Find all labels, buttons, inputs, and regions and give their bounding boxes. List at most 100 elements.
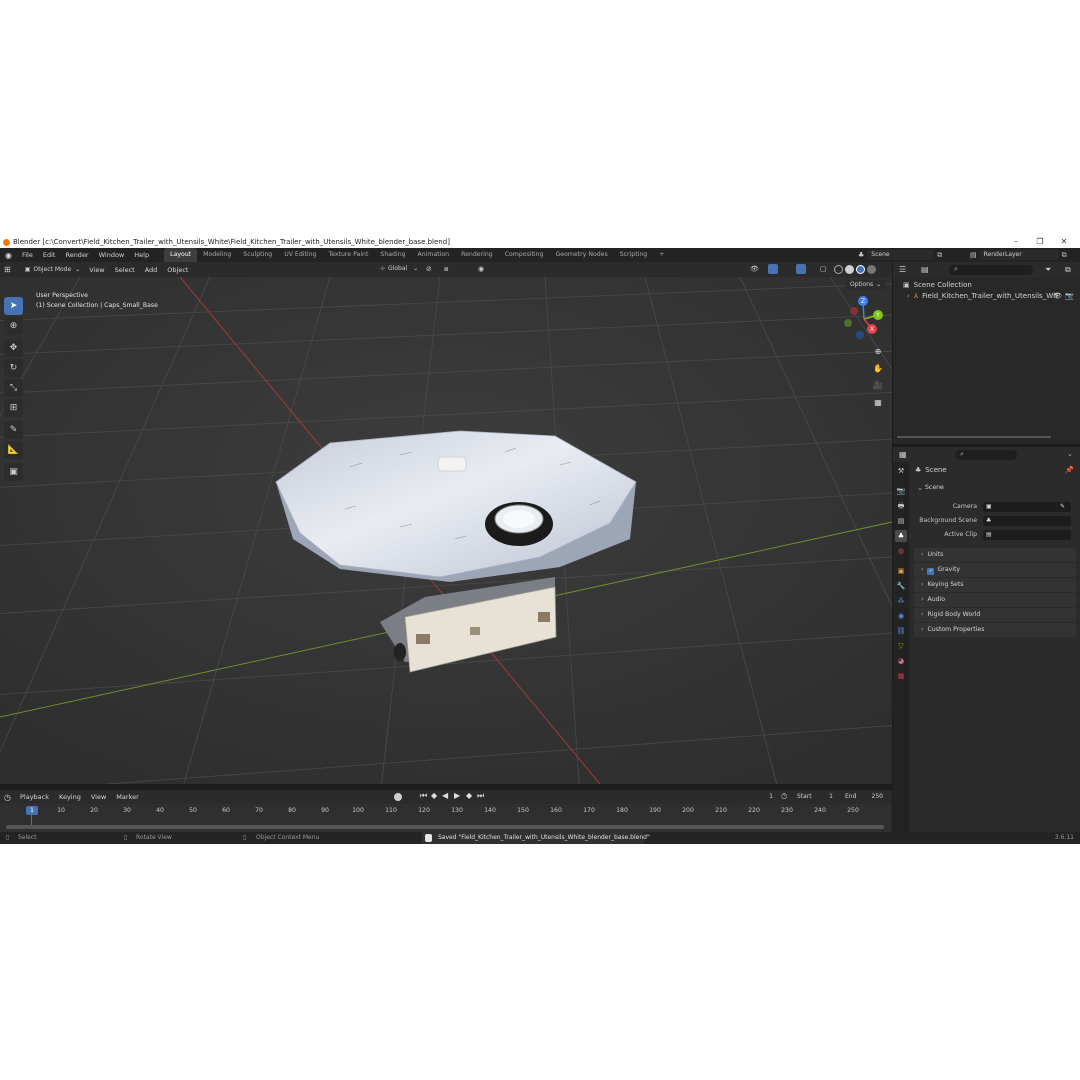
viewport-menu-view[interactable]: View	[84, 263, 109, 277]
world-tab-icon[interactable]: ◍	[895, 545, 907, 557]
pivot-icon[interactable]: ⊘	[426, 265, 432, 273]
play-reverse-icon[interactable]: ◀	[442, 791, 448, 800]
active-clip-field[interactable]	[983, 530, 1071, 540]
wireframe-shading-icon[interactable]	[834, 265, 843, 274]
menu-edit[interactable]: Edit	[38, 248, 61, 262]
chevron-down-icon[interactable]: ⌄	[1067, 450, 1073, 458]
camera-icon[interactable]: 📷	[1065, 292, 1074, 300]
next-keyframe-icon[interactable]: ◆	[466, 791, 472, 800]
data-tab-icon[interactable]: ▽	[895, 640, 907, 652]
filter-icon[interactable]: ⏷	[1045, 265, 1051, 275]
timeline-menu-marker[interactable]: Marker	[111, 790, 143, 804]
constraints-tab-icon[interactable]: ⛓	[895, 625, 907, 637]
gravity-checkbox[interactable]: ✓	[927, 568, 935, 575]
viewport-menu-add[interactable]: Add	[140, 263, 163, 277]
rotate-tool-icon[interactable]: ↻	[4, 359, 23, 377]
tab-scripting[interactable]: Scripting	[614, 248, 654, 262]
measure-tool-icon[interactable]: 📐	[4, 441, 23, 459]
blender-menu-icon[interactable]: ◉	[0, 251, 17, 260]
pan-hand-icon[interactable]: ✋	[871, 362, 885, 376]
panel-units[interactable]: › Units	[914, 548, 1076, 562]
timeline-menu-playback[interactable]: Playback	[15, 790, 54, 804]
scene-section-header[interactable]: ⌄ Scene	[914, 481, 1076, 495]
physics-tab-icon[interactable]: ◉	[895, 610, 907, 622]
snap-icon[interactable]: ⧈	[444, 265, 448, 274]
prev-keyframe-icon[interactable]: ◆	[431, 791, 437, 800]
display-mode-icon[interactable]: ▤	[921, 265, 929, 274]
object-tab-icon[interactable]: ▣	[895, 565, 907, 577]
tab-layout[interactable]: Layout	[164, 248, 198, 262]
menu-file[interactable]: File	[17, 248, 38, 262]
viewport-menu-select[interactable]: Select	[110, 263, 140, 277]
menu-render[interactable]: Render	[60, 248, 93, 262]
background-scene-field[interactable]	[983, 516, 1071, 526]
properties-search-input[interactable]	[955, 450, 1017, 460]
panel-audio[interactable]: › Audio	[914, 593, 1076, 607]
scene-selector[interactable]: ♣ Scene ⧉	[858, 250, 942, 260]
render-tab-icon[interactable]: 📷	[895, 485, 907, 497]
record-icon[interactable]	[394, 793, 402, 801]
outliner-item[interactable]: › ⅄ Field_Kitchen_Trailer_with_Utensils_…	[907, 292, 1058, 300]
play-icon[interactable]: ▶	[454, 791, 460, 800]
outliner-scene-collection[interactable]: ▣ Scene Collection	[903, 281, 972, 289]
particles-tab-icon[interactable]: ⁂	[895, 595, 907, 607]
tab-uv-editing[interactable]: UV Editing	[278, 248, 322, 262]
navigation-gizmo[interactable]: Z Y X	[840, 293, 888, 343]
visibility-icon[interactable]: 👁	[750, 265, 759, 273]
tab-shading[interactable]: Shading	[374, 248, 411, 262]
timeline-menu-keying[interactable]: Keying	[54, 790, 86, 804]
tab-geometry-nodes[interactable]: Geometry Nodes	[550, 248, 614, 262]
end-frame-field[interactable]: End 250	[841, 792, 887, 802]
xray-icon[interactable]: ▢	[820, 265, 827, 273]
tab-compositing[interactable]: Compositing	[499, 248, 550, 262]
rendered-shading-icon[interactable]	[867, 265, 876, 274]
pin-icon[interactable]: 📌	[1065, 466, 1074, 474]
timeline-editor-icon[interactable]: ◷	[0, 793, 15, 802]
panel-keying-sets[interactable]: › Keying Sets	[914, 578, 1076, 592]
modifier-tab-icon[interactable]: 🔧	[895, 580, 907, 592]
panel-rigid-body-world[interactable]: › Rigid Body World	[914, 608, 1076, 622]
overlay-toggle-icon[interactable]	[796, 264, 806, 274]
maximize-icon[interactable]: ❐	[1028, 236, 1052, 248]
select-box-tool-icon[interactable]: ➤	[4, 297, 23, 315]
menu-window[interactable]: Window	[94, 248, 130, 262]
tab-sculpting[interactable]: Sculpting	[237, 248, 278, 262]
start-frame-field[interactable]: Start 1	[793, 792, 837, 802]
scene-name[interactable]: Scene	[867, 250, 934, 260]
new-scene-icon[interactable]: ⧉	[937, 251, 942, 260]
cursor-tool-icon[interactable]: ⊕	[4, 317, 23, 335]
jump-end-icon[interactable]: ⏭	[477, 791, 484, 801]
scene-tab-icon[interactable]: ♣	[895, 530, 907, 542]
scale-tool-icon[interactable]: ⤡	[4, 379, 23, 397]
timeline-area[interactable]: 1 10 20 30 40 50 60 70 80 90 100 110 120 130 140 150 160…	[0, 804, 892, 832]
menu-help[interactable]: Help	[129, 248, 154, 262]
add-cube-tool-icon[interactable]: ▣	[4, 463, 23, 481]
view-layer-name[interactable]: RenderLayer	[979, 250, 1058, 260]
mode-selector[interactable]: ▣ Object Mode ⌄	[20, 264, 85, 275]
editor-type-icon[interactable]: ⊞	[0, 265, 15, 274]
transform-orientation[interactable]: ⊹ Global ⌄	[376, 264, 423, 274]
panel-custom-properties[interactable]: › Custom Properties	[914, 623, 1076, 637]
view-layer-selector[interactable]: ▤ RenderLayer ⧉	[970, 250, 1067, 260]
output-tab-icon[interactable]: 🖶	[895, 500, 907, 512]
zoom-icon[interactable]: ⊕	[871, 345, 885, 359]
view-layer-tab-icon[interactable]: ▤	[895, 515, 907, 527]
texture-tab-icon[interactable]: ▩	[895, 670, 907, 682]
proportional-edit-icon[interactable]: ◉	[478, 265, 484, 273]
eyedropper-icon[interactable]: ✎	[1060, 503, 1065, 510]
new-view-layer-icon[interactable]: ⧉	[1062, 251, 1067, 260]
expand-arrow-icon[interactable]: ›	[907, 292, 910, 300]
ortho-toggle-icon[interactable]: ▦	[871, 396, 885, 410]
camera-field[interactable]	[983, 502, 1071, 512]
timeline-menu-view[interactable]: View	[86, 790, 111, 804]
outliner-editor-icon[interactable]: ☰	[899, 265, 906, 274]
material-tab-icon[interactable]: ◕	[895, 655, 907, 667]
annotate-tool-icon[interactable]: ✎	[4, 421, 23, 439]
tab-modeling[interactable]: Modeling	[197, 248, 237, 262]
camera-view-icon[interactable]: 🎥	[871, 379, 885, 393]
minimize-icon[interactable]: –	[1004, 236, 1028, 248]
timeline-scrollbar[interactable]	[6, 825, 884, 829]
add-workspace-button[interactable]: +	[653, 248, 670, 262]
tab-rendering[interactable]: Rendering	[455, 248, 499, 262]
close-icon[interactable]: ✕	[1052, 236, 1076, 248]
